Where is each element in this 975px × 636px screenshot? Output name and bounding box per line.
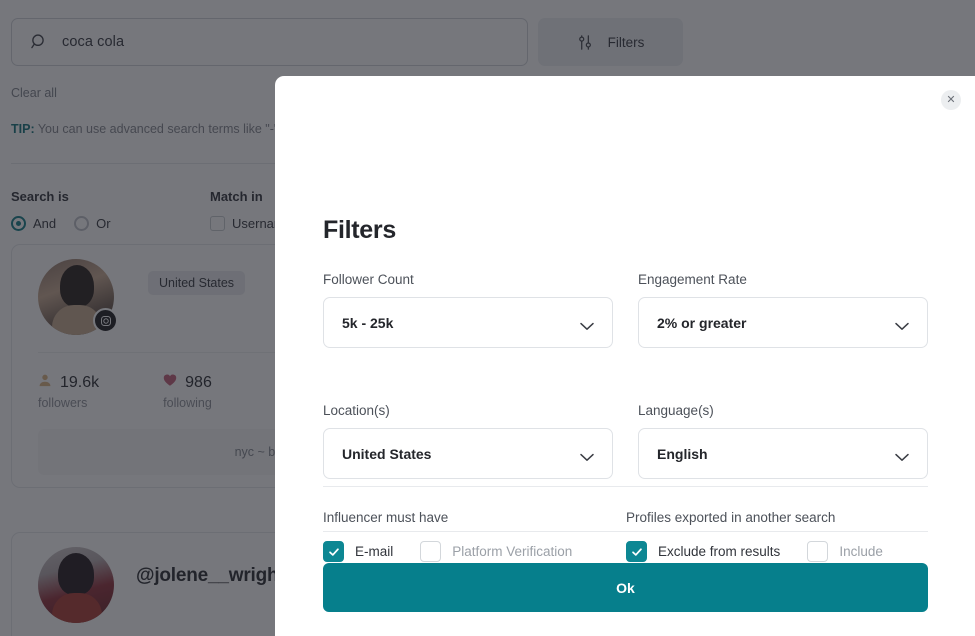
chevron-down-icon — [895, 449, 909, 461]
filter-fields: Follower Count 5k - 25k Engagement Rate … — [323, 272, 928, 479]
screen: coca cola Filters Clear all TIP: You can… — [0, 0, 975, 636]
filter-row-2: Location(s) United States Language(s) En… — [323, 403, 928, 479]
checkbox-exclude-from-results-icon — [626, 541, 648, 562]
chevron-down-icon — [895, 318, 909, 330]
filter-row-1: Follower Count 5k - 25k Engagement Rate … — [323, 272, 928, 348]
field-engagement-rate-label: Engagement Rate — [638, 272, 747, 287]
checkbox-include-icon — [807, 541, 829, 562]
section-divider — [323, 486, 928, 487]
follower-count-value: 5k - 25k — [342, 314, 394, 331]
footer-divider — [323, 531, 928, 532]
field-engagement-rate: Engagement Rate 2% or greater — [638, 272, 928, 348]
page-title: Filters — [323, 216, 396, 244]
locations-select[interactable]: United States — [323, 428, 613, 479]
checkbox-sections: Influencer must have E-mail Platform Ver… — [323, 510, 928, 562]
field-follower-count: Follower Count 5k - 25k — [323, 272, 613, 348]
checkbox-include[interactable]: Include — [807, 541, 883, 562]
languages-value: English — [657, 445, 708, 462]
filters-modal: ✕ Filters Follower Count 5k - 25k Engage… — [275, 76, 975, 636]
group-influencer-must-have: Influencer must have E-mail Platform Ver… — [323, 510, 601, 562]
field-languages-label: Language(s) — [638, 403, 714, 418]
field-locations: Location(s) United States — [323, 403, 613, 479]
group-influencer-must-have-title: Influencer must have — [323, 510, 449, 525]
field-languages: Language(s) English — [638, 403, 928, 479]
chevron-down-icon — [580, 318, 594, 330]
field-locations-label: Location(s) — [323, 403, 390, 418]
field-follower-count-label: Follower Count — [323, 272, 414, 287]
row-spacer — [323, 348, 928, 403]
chevron-down-icon — [580, 449, 594, 461]
checkbox-platform-verification-icon — [420, 541, 442, 562]
checkbox-email-label: E-mail — [355, 544, 394, 559]
languages-select[interactable]: English — [638, 428, 928, 479]
checkbox-platform-verification[interactable]: Platform Verification — [420, 541, 572, 562]
ok-button[interactable]: Ok — [323, 563, 928, 612]
checkbox-email-icon — [323, 541, 344, 562]
checkbox-include-label: Include — [839, 544, 883, 559]
group-profiles-exported-title: Profiles exported in another search — [626, 510, 836, 525]
checkbox-platform-verification-label: Platform Verification — [452, 544, 573, 559]
group-profiles-exported: Profiles exported in another search Excl… — [626, 510, 928, 562]
close-icon[interactable]: ✕ — [941, 90, 961, 110]
engagement-rate-select[interactable]: 2% or greater — [638, 297, 928, 348]
follower-count-select[interactable]: 5k - 25k — [323, 297, 613, 348]
engagement-rate-value: 2% or greater — [657, 314, 747, 331]
checkbox-exclude-from-results-label: Exclude from results — [658, 544, 781, 559]
checkbox-exclude-from-results[interactable]: Exclude from results — [626, 541, 780, 562]
locations-value: United States — [342, 445, 432, 462]
checkbox-email[interactable]: E-mail — [323, 541, 393, 562]
